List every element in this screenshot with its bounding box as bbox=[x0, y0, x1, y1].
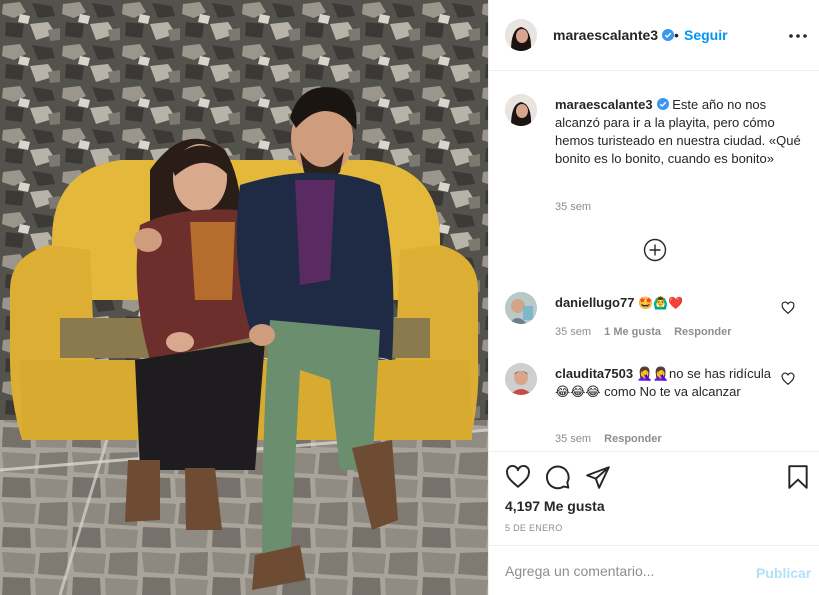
comment-composer: Publicar bbox=[489, 545, 819, 595]
bookmark-icon[interactable] bbox=[785, 464, 811, 490]
reply-button[interactable]: Responder bbox=[604, 433, 661, 445]
paper-plane-icon[interactable] bbox=[585, 464, 611, 490]
comment-meta: 35 sem Responder bbox=[555, 433, 672, 445]
post-image bbox=[0, 0, 488, 595]
post-actions: 4,197 Me gusta 5 DE ENERO bbox=[489, 451, 819, 545]
comment-like-heart-icon[interactable] bbox=[781, 372, 795, 386]
post-side-panel: maraescalante3 • Seguir maraescalante3 E… bbox=[488, 0, 819, 595]
reply-button[interactable]: Responder bbox=[674, 326, 731, 338]
more-options-icon[interactable] bbox=[787, 28, 809, 44]
comment-icon[interactable] bbox=[545, 464, 571, 490]
caption-username[interactable]: maraescalante3 bbox=[555, 97, 653, 112]
header-separator: • bbox=[674, 27, 679, 43]
comment-body: claudita7503 🤦‍♀️🤦‍♀️no se has ridícula😂… bbox=[555, 365, 777, 401]
publish-button[interactable]: Publicar bbox=[756, 565, 811, 581]
comment-time: 35 sem bbox=[555, 326, 592, 338]
author-username[interactable]: maraescalante3 bbox=[553, 27, 675, 43]
comment-username[interactable]: claudita7503 bbox=[555, 366, 633, 381]
comment-username[interactable]: daniellugo77 bbox=[555, 295, 634, 310]
comments-section[interactable]: maraescalante3 Este año no nos alcanzó p… bbox=[489, 72, 819, 450]
comment-time: 35 sem bbox=[555, 433, 592, 445]
post-photo[interactable] bbox=[0, 0, 488, 595]
comment-meta: 35 sem 1 Me gusta Responder bbox=[555, 326, 742, 338]
comment-likes[interactable]: 1 Me gusta bbox=[604, 326, 661, 338]
comment-body: daniellugo77 🤩🙆‍♂️❤️ bbox=[555, 294, 777, 312]
verified-badge-icon bbox=[662, 29, 675, 41]
post-caption: maraescalante3 Este año no nos alcanzó p… bbox=[555, 96, 807, 168]
comment-like-heart-icon[interactable] bbox=[781, 301, 795, 315]
follow-button[interactable]: Seguir bbox=[684, 27, 728, 43]
commenter-avatar[interactable] bbox=[505, 363, 537, 395]
comment-input[interactable] bbox=[505, 560, 735, 582]
likes-count[interactable]: 4,197 Me gusta bbox=[505, 498, 605, 514]
caption-timestamp: 35 sem bbox=[555, 201, 592, 213]
commenter-avatar[interactable] bbox=[505, 292, 537, 324]
caption-author-avatar[interactable] bbox=[505, 94, 537, 126]
verified-badge-icon bbox=[656, 98, 669, 110]
heart-icon[interactable] bbox=[505, 464, 531, 490]
comment-text: 🤩🙆‍♂️❤️ bbox=[638, 296, 683, 310]
plus-circle-icon[interactable] bbox=[643, 238, 667, 262]
post-date: 5 DE ENERO bbox=[505, 523, 563, 533]
author-avatar[interactable] bbox=[505, 19, 537, 51]
post-header: maraescalante3 • Seguir bbox=[489, 0, 819, 71]
